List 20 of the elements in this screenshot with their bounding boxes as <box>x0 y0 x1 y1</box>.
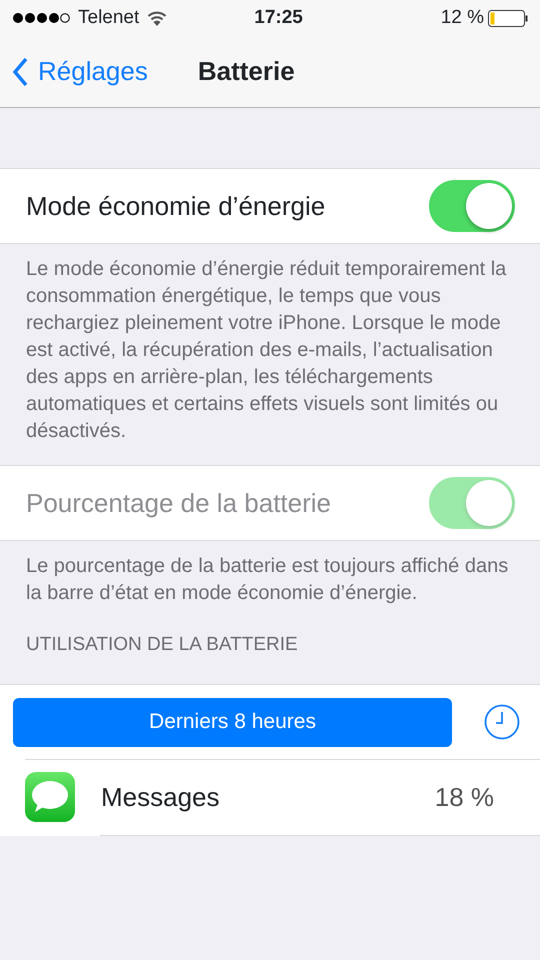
carrier-name: Telenet <box>78 6 140 30</box>
footer-text: Le pourcentage de la batterie est toujours affiché dans la barre d’état en mode économie d’énergie. <box>25 554 510 606</box>
page-title: Batterie <box>198 55 295 88</box>
section-header: UTILISATION DE LA BATTERIE <box>25 633 299 657</box>
clock-icon[interactable] <box>484 704 520 740</box>
wifi-icon <box>147 10 168 26</box>
battery-icon <box>488 10 528 26</box>
chevron-left-icon <box>12 56 28 86</box>
back-button[interactable]: Réglages <box>12 52 148 91</box>
setting-label: Mode économie d’énergie <box>26 190 326 222</box>
footer-text: Le mode économie d’énergie réduit temporairement la consommation énergétique, le temps que vous rechargiez pleinement votre iPhone. Lorsque le mode est activé, la récupération des e-mails, l’actualisation des apps en arrière-plan, les téléchargements automatiques et certains effets visuels sont limités ou désactivés. <box>25 257 508 444</box>
battery-percentage: 12 % <box>440 6 484 30</box>
clock-time: 17:25 <box>254 6 303 30</box>
usage-percentage: 18 % <box>434 780 494 814</box>
speech-bubble-icon <box>25 772 75 822</box>
toggle-switch[interactable] <box>429 180 515 232</box>
setting-label: Pourcentage de la batterie <box>26 486 331 520</box>
signal-icon <box>12 12 70 24</box>
period-button[interactable]: Derniers 8 heures <box>13 698 452 746</box>
app-name: Messages <box>101 780 220 814</box>
